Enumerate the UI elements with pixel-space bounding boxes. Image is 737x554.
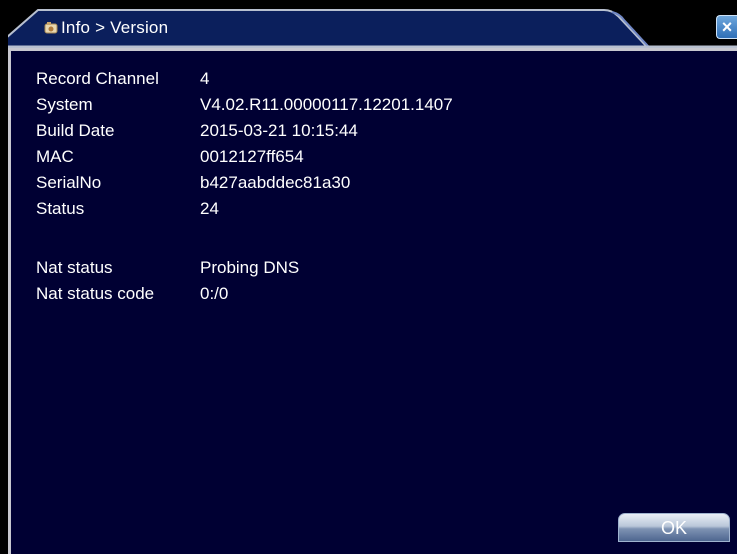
info-label: Status	[36, 199, 85, 218]
info-icon	[44, 21, 58, 35]
info-value: 2015-03-21 10:15:44	[200, 121, 358, 140]
info-label: SerialNo	[36, 173, 102, 192]
title-bar: Info > Version	[8, 8, 737, 48]
info-value: V4.02.R11.00000117.12201.1407	[200, 95, 453, 114]
info-label: MAC	[36, 147, 74, 166]
info-value: 0:/0	[200, 284, 229, 303]
info-value: b427aabddec81a30	[200, 173, 351, 192]
info-label: Nat status	[36, 258, 113, 277]
close-icon[interactable]: ×	[716, 15, 737, 39]
info-panel: Record Channel 4 System V4.02.R11.000001…	[8, 48, 737, 554]
info-row-mac: MAC 0012127ff654	[36, 147, 636, 171]
info-label: Build Date	[36, 121, 115, 140]
info-value: 4	[200, 69, 210, 88]
info-row-nat-status-code: Nat status code 0:/0	[36, 284, 636, 308]
info-row-status: Status 24	[36, 199, 636, 223]
info-value: Probing DNS	[200, 258, 300, 277]
info-row-serialno: SerialNo b427aabddec81a30	[36, 173, 636, 197]
info-value: 0012127ff654	[200, 147, 304, 166]
window-title: Info > Version	[61, 18, 169, 37]
info-row-build-date: Build Date 2015-03-21 10:15:44	[36, 121, 636, 145]
info-label: Nat status code	[36, 284, 155, 303]
info-row-nat-status: Nat status Probing DNS	[36, 258, 636, 282]
info-row-system: System V4.02.R11.00000117.12201.1407	[36, 95, 636, 119]
info-label: System	[36, 95, 93, 114]
version-info-window: Info > Version × Record Channel 4 System…	[0, 0, 737, 554]
info-value: 24	[200, 199, 219, 218]
info-label: Record Channel	[36, 69, 159, 88]
info-row-record-channel: Record Channel 4	[36, 69, 636, 93]
ok-button[interactable]: OK	[618, 513, 730, 542]
